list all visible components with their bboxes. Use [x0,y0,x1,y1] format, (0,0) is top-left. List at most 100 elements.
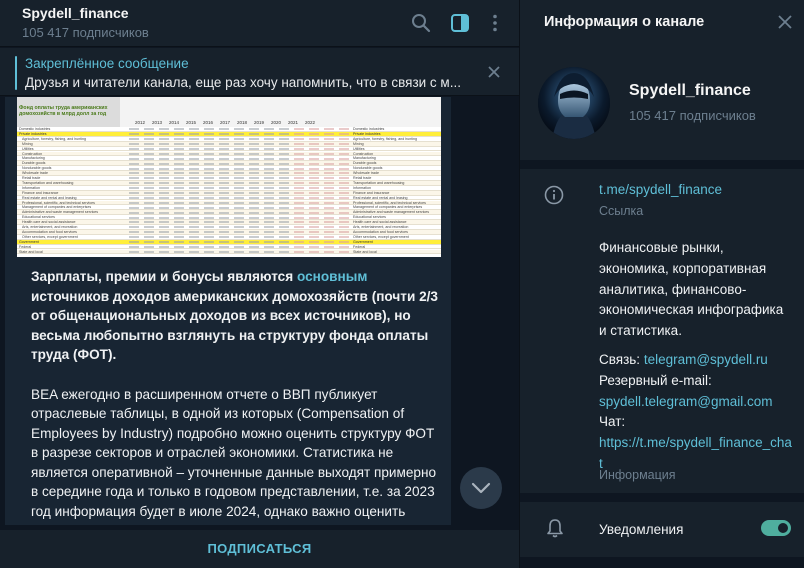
close-icon[interactable] [776,13,794,31]
spreadsheet-cell [309,216,319,219]
spreadsheet-cell [189,196,199,199]
spreadsheet-cell [189,177,199,180]
spreadsheet-cell [279,211,289,214]
spreadsheet-cell [234,147,244,150]
spreadsheet-cell [159,147,169,150]
spreadsheet-cell [234,133,244,136]
spreadsheet-cell [264,196,274,199]
spreadsheet-cell [324,172,334,175]
spreadsheet-cell [324,250,334,253]
spreadsheet-cell [309,133,319,136]
spreadsheet-cell [204,221,214,224]
subscribe-button[interactable]: ПОДПИСАТЬСЯ [0,530,519,568]
contact-line: Связь: telegram@spydell.ru [599,350,794,371]
spreadsheet-cell [309,157,319,160]
spreadsheet-cell [159,128,169,131]
avatar[interactable] [538,67,610,139]
spreadsheet-cell [279,167,289,170]
spreadsheet-cell [249,147,259,150]
spreadsheet-cell [294,245,304,248]
spreadsheet-cell [174,128,184,131]
toggle-knob [776,521,790,535]
spreadsheet-cell [279,216,289,219]
spreadsheet-cell [324,177,334,180]
pinned-message[interactable]: Закреплённое сообщение Друзья и читатели… [0,48,519,96]
spreadsheet-cell [279,245,289,248]
spreadsheet-cell [174,216,184,219]
spreadsheet-cell [189,206,199,209]
spreadsheet-year: 2020 [271,120,282,125]
spreadsheet-cell [204,172,214,175]
spreadsheet-cell [249,231,259,234]
spreadsheet-cell [159,250,169,253]
more-vertical-icon[interactable] [484,12,506,34]
spreadsheet-cell [309,192,319,195]
search-icon[interactable] [410,12,432,34]
spreadsheet-cell [324,167,334,170]
spreadsheet-cell [219,206,229,209]
spreadsheet-cell [174,231,184,234]
spreadsheet-year: 2015 [186,120,197,125]
spreadsheet-cell [144,152,154,155]
spreadsheet-cell [294,241,304,244]
spreadsheet-cell [234,241,244,244]
spreadsheet-cell [279,250,289,253]
chat-header[interactable]: Spydell_finance 105 417 подписчиков [0,0,519,47]
channel-link[interactable]: t.me/spydell_finance [599,182,722,197]
spreadsheet-cell [309,187,319,190]
spreadsheet-cell [264,231,274,234]
channel-title[interactable]: Spydell_finance [22,5,129,21]
spreadsheet-cell [129,226,139,229]
spreadsheet-cell [324,152,334,155]
spreadsheet-cell [339,192,349,195]
post-link[interactable]: основным [297,269,367,284]
spreadsheet-cell [174,182,184,185]
spreadsheet-cell [234,250,244,253]
spreadsheet-cell [189,211,199,214]
spreadsheet-cell [249,143,259,146]
post-image[interactable]: Фонд оплаты труда американских домохозяй… [17,97,441,257]
spreadsheet-cell [324,143,334,146]
spreadsheet-cell [279,177,289,180]
spreadsheet-cell [279,147,289,150]
spreadsheet-cell [204,192,214,195]
spreadsheet-cell [339,206,349,209]
spreadsheet-cell [339,201,349,204]
spreadsheet-cell [339,138,349,141]
spreadsheet-cell [189,162,199,165]
spreadsheet-cell [129,250,139,253]
scroll-down-button[interactable] [460,467,502,509]
spreadsheet-cell [234,226,244,229]
contact-link[interactable]: telegram@spydell.ru [644,352,768,367]
spreadsheet-cell [324,226,334,229]
spreadsheet-cell [249,162,259,165]
pinned-indicator [15,56,17,90]
spreadsheet-cell [324,236,334,239]
spreadsheet-cell [309,167,319,170]
post-text-part: источников доходов американских домохозя… [31,288,438,363]
spreadsheet-cell [129,241,139,244]
spreadsheet-cell [339,245,349,248]
spreadsheet-cell [309,162,319,165]
spreadsheet-cell [339,167,349,170]
spreadsheet-cell [189,241,199,244]
spreadsheet-cell [129,187,139,190]
sidebar-panel-icon[interactable] [449,12,471,34]
spreadsheet-cell [129,133,139,136]
spreadsheet-cell [219,162,229,165]
spreadsheet-cell [219,241,229,244]
close-icon[interactable] [484,62,504,82]
subscribe-label: ПОДПИСАТЬСЯ [207,541,312,556]
spreadsheet-cell [204,128,214,131]
spreadsheet-cell [174,138,184,141]
spreadsheet-cell [279,221,289,224]
email-link[interactable]: spydell.telegram@gmail.com [599,392,794,413]
spreadsheet-cell [129,231,139,234]
spreadsheet-cell [279,157,289,160]
spreadsheet-cell [219,236,229,239]
notifications-toggle[interactable] [761,520,791,536]
spreadsheet-cell [234,221,244,224]
spreadsheet-cell [339,152,349,155]
spreadsheet-cell [279,192,289,195]
spreadsheet-cell [174,147,184,150]
